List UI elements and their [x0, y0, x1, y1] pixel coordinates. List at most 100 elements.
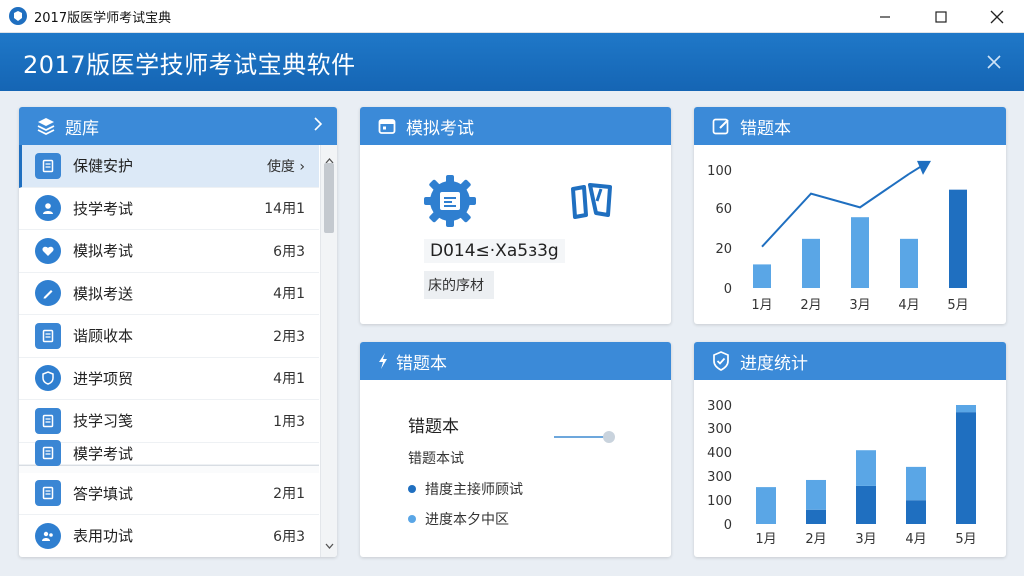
wrong-book-bullet-1: 措度主接师顾试 [408, 479, 523, 499]
wrong-book-heading: 错题本 [408, 417, 459, 437]
list-item-label: 表用功试 [73, 527, 134, 546]
shield-icon [35, 365, 61, 392]
sidebar-list-item[interactable]: 保健安护 使度 › [19, 145, 319, 188]
mock-exam-header: 模拟考试 [360, 107, 671, 145]
group-icon [35, 522, 61, 549]
exam-code-text: D014≤·Xa5ɜ3g [424, 239, 565, 263]
calendar-icon [376, 115, 398, 137]
close-icon [987, 55, 1001, 69]
sidebar-list-item[interactable]: 模学考试 [19, 440, 319, 466]
bullet-dot-icon [408, 515, 416, 523]
maximize-button[interactable] [918, 0, 964, 33]
document-icon [35, 407, 61, 434]
layers-icon [35, 115, 57, 137]
mock-exam-title: 模拟考试 [406, 118, 474, 139]
sidebar-list-item[interactable]: 答学填试 2用1 [19, 473, 319, 515]
bar [802, 238, 820, 288]
progress-chart-panel: 进度统计 300 300 400 300 100 0 1月 2月 3月 4月 5月 [694, 342, 1006, 557]
x-tick-label: 2月 [805, 532, 826, 547]
bar-segment [856, 450, 876, 486]
bar [900, 238, 918, 288]
x-tick-label: 5月 [955, 532, 976, 547]
y-tick-label: 20 [715, 242, 732, 257]
shield-check-icon [710, 350, 732, 372]
list-item-count: 4用1 [273, 371, 305, 388]
list-item-count: 使度 › [266, 158, 305, 175]
progress-slider[interactable] [553, 429, 619, 445]
sidebar-list-item[interactable]: 技学考试 14用1 [19, 188, 319, 230]
bar [949, 189, 967, 288]
scrollbar-thumb[interactable] [324, 163, 334, 233]
question-bank-panel: 题库 保健安护 使度 › 技学考试 14用1 模拟考试 6用3 模拟考送 4用1 谐顾收本 2用3… [19, 107, 337, 557]
list-item-label: 技学习笺 [73, 412, 134, 431]
question-bank-list: 保健安护 使度 › 技学考试 14用1 模拟考试 6用3 模拟考送 4用1 谐顾收本 2用3 进学项… [19, 145, 319, 557]
document-icon [35, 152, 61, 179]
list-item-count: 2用1 [273, 486, 305, 503]
wrong-book-chart-panel: 错题本 100 60 20 0 1月 2月 3月 4月 5月 [694, 107, 1006, 324]
bar [753, 264, 771, 288]
list-divider [19, 464, 319, 473]
sidebar-list-item[interactable]: 技学习笺 1用3 [19, 400, 319, 443]
sidebar-list-item[interactable]: 模拟考送 4用1 [19, 273, 319, 315]
chevron-right-icon[interactable] [313, 116, 323, 137]
window-close-button[interactable] [974, 0, 1020, 33]
x-tick-label: 3月 [849, 298, 870, 313]
sidebar-list-item[interactable]: 模拟考试 6用3 [19, 230, 319, 273]
bar-segment [806, 479, 826, 510]
heart-icon [35, 237, 61, 264]
bullet-text: 进度本夕中区 [425, 512, 509, 528]
wrong-book-header: 错题本 [360, 342, 671, 380]
document-icon [35, 440, 61, 466]
scroll-down-icon[interactable] [325, 534, 334, 553]
list-item-count: 4用1 [273, 286, 305, 303]
bar-segment [906, 500, 926, 524]
minimize-button[interactable] [862, 0, 908, 33]
list-item-count: 14用1 [264, 201, 305, 218]
window-titlebar: 2017版医学师考试宝典 [0, 0, 1024, 33]
x-tick-label: 5月 [947, 298, 968, 313]
sidebar-list-item[interactable]: 表用功试 6用3 [19, 515, 319, 557]
document-icon [35, 480, 61, 507]
chart2-svg: 300 300 400 300 100 0 1月 2月 3月 4月 5月 [707, 399, 976, 547]
wrong-book-panel[interactable]: 错题本 错题本 错题本试 措度主接师顾试 进度本夕中区 [360, 342, 671, 557]
gear-icon [422, 173, 478, 229]
chart1-header: 错题本 [694, 107, 1006, 145]
sidebar-scrollbar[interactable] [320, 145, 337, 557]
mock-exam-panel[interactable]: 模拟考试 D014≤·Xa5ɜ3g 床的序材 [360, 107, 671, 324]
bar-segment [956, 405, 976, 413]
y-tick-label: 0 [724, 282, 732, 297]
bar [851, 217, 869, 288]
chart2-header: 进度统计 [694, 342, 1006, 380]
sidebar-list-item[interactable]: 谐顾收本 2用3 [19, 315, 319, 358]
sidebar-list-item[interactable]: 进学项贸 4用1 [19, 358, 319, 400]
wrong-book-subtitle: 错题本试 [408, 451, 464, 467]
list-item-count: 2用3 [273, 328, 305, 345]
y-tick-label: 100 [707, 494, 732, 509]
bar-segment [856, 485, 876, 524]
y-tick-label: 400 [707, 446, 732, 461]
bar-segment [806, 509, 826, 524]
document-icon [35, 322, 61, 349]
x-tick-label: 1月 [755, 532, 776, 547]
list-item-label: 谐顾收本 [73, 327, 134, 346]
chart1-svg: 100 60 20 0 1月 2月 3月 4月 5月 [707, 160, 969, 313]
header-close-button[interactable] [982, 50, 1006, 74]
x-tick-label: 2月 [800, 298, 821, 313]
y-tick-label: 60 [715, 202, 732, 217]
y-tick-label: 0 [724, 518, 732, 533]
x-tick-label: 4月 [905, 532, 926, 547]
question-bank-header[interactable]: 题库 [19, 107, 337, 145]
list-item-label: 技学考试 [73, 199, 134, 218]
window-title: 2017版医学师考试宝典 [34, 10, 172, 26]
x-tick-label: 1月 [751, 298, 772, 313]
list-item-label: 答学填试 [73, 484, 134, 503]
edit-icon [710, 115, 732, 137]
wrong-book-title: 错题本 [396, 353, 447, 374]
wrong-book-bullet-2: 进度本夕中区 [408, 509, 509, 529]
bar-segment [906, 466, 926, 501]
x-tick-label: 4月 [898, 298, 919, 313]
pen-icon [35, 280, 61, 307]
app-logo-icon [9, 7, 27, 25]
list-item-label: 模学考试 [73, 444, 134, 463]
list-item-label: 保健安护 [73, 157, 134, 176]
